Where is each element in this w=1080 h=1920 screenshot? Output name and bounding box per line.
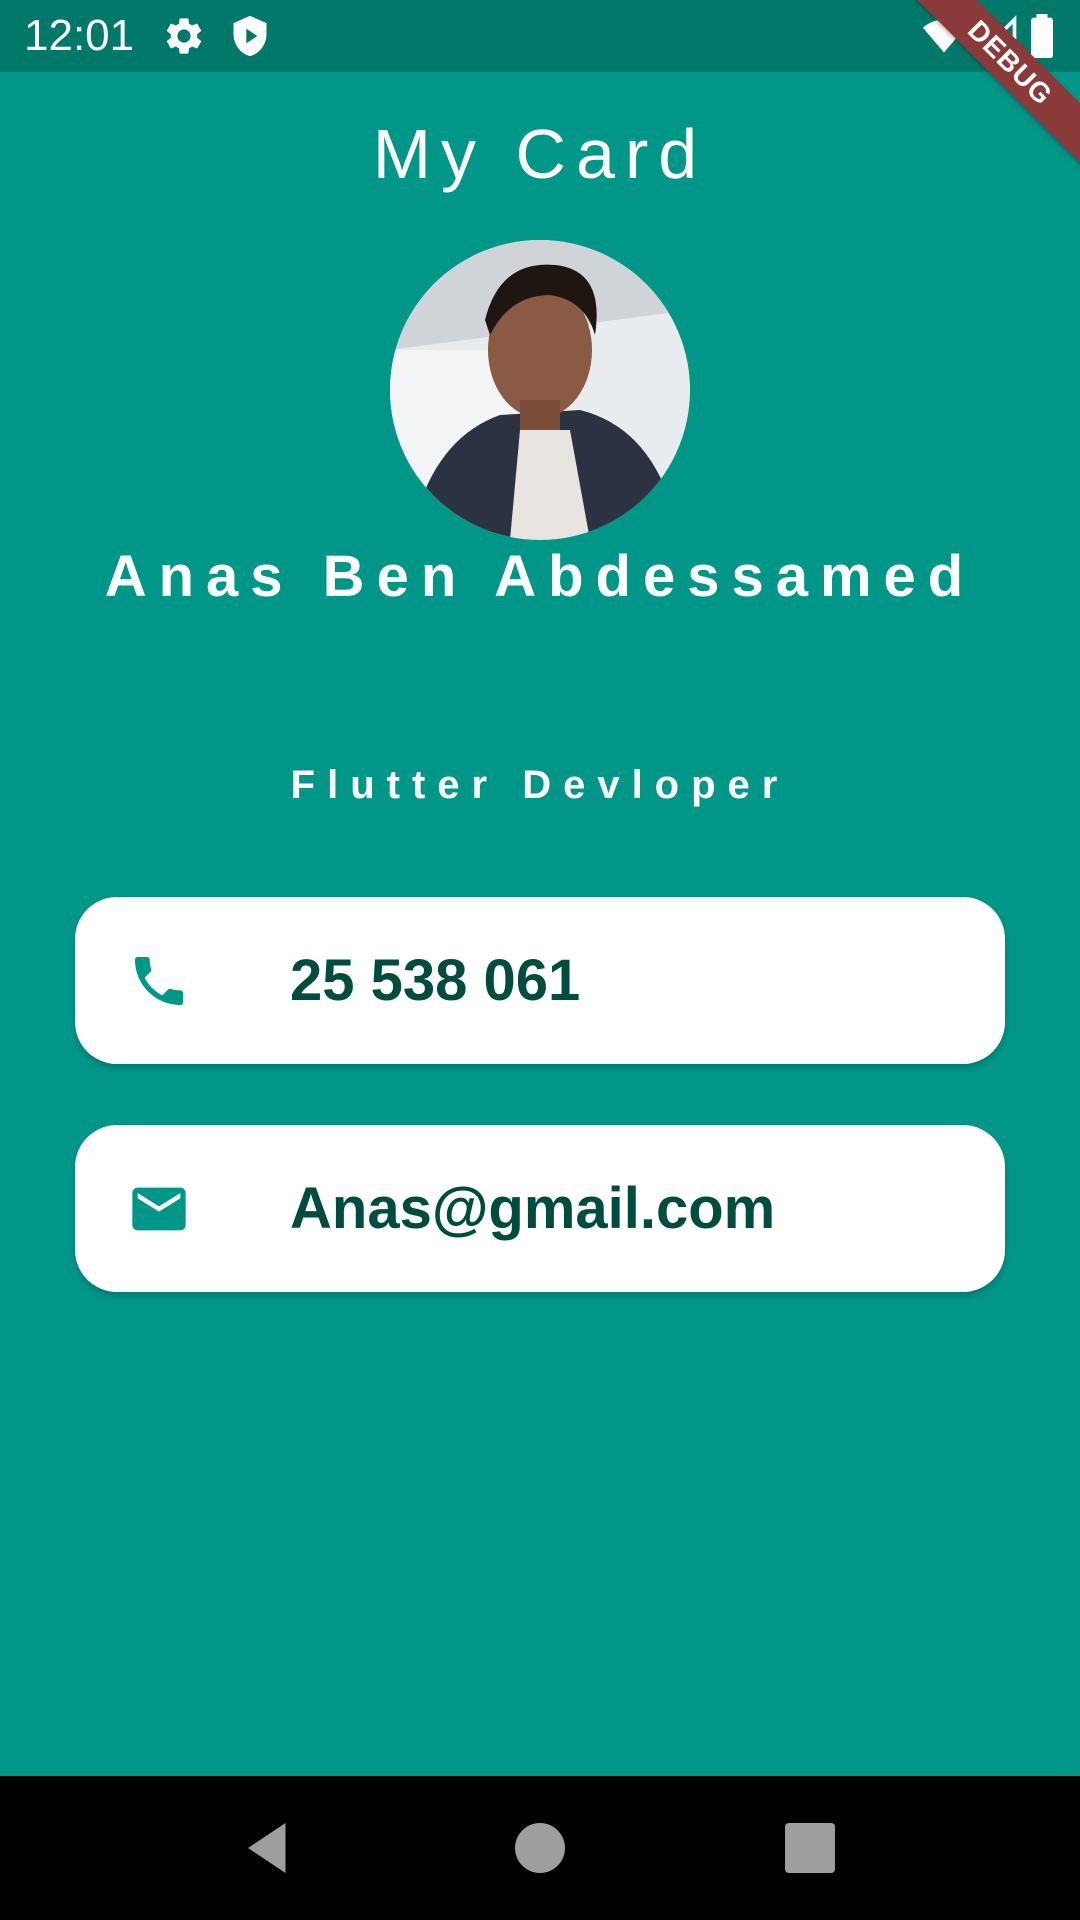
recents-icon[interactable] (780, 1818, 840, 1878)
navigation-bar (0, 1776, 1080, 1920)
phone-number: 25 538 061 (290, 947, 581, 1013)
status-bar: 12:01 (0, 0, 1080, 72)
battery-icon (1024, 14, 1060, 58)
gear-icon (162, 14, 206, 58)
job-title: Flutter Devloper (290, 763, 790, 807)
shield-icon (228, 14, 272, 58)
phone-icon (127, 949, 191, 1013)
screen: 12:01 DEBUG My Card Anas Ben Abdessamed … (0, 0, 1080, 1920)
back-icon[interactable] (238, 1818, 298, 1878)
email-icon (127, 1177, 191, 1241)
status-time: 12:01 (24, 11, 135, 60)
user-name: Anas Ben Abdessamed (104, 544, 976, 609)
avatar (390, 240, 690, 540)
home-icon[interactable] (510, 1818, 570, 1878)
phone-card[interactable]: 25 538 061 (75, 897, 1005, 1064)
email-card[interactable]: Anas@gmail.com (75, 1125, 1005, 1292)
page-title: My Card (372, 115, 708, 193)
email-address: Anas@gmail.com (290, 1175, 776, 1241)
